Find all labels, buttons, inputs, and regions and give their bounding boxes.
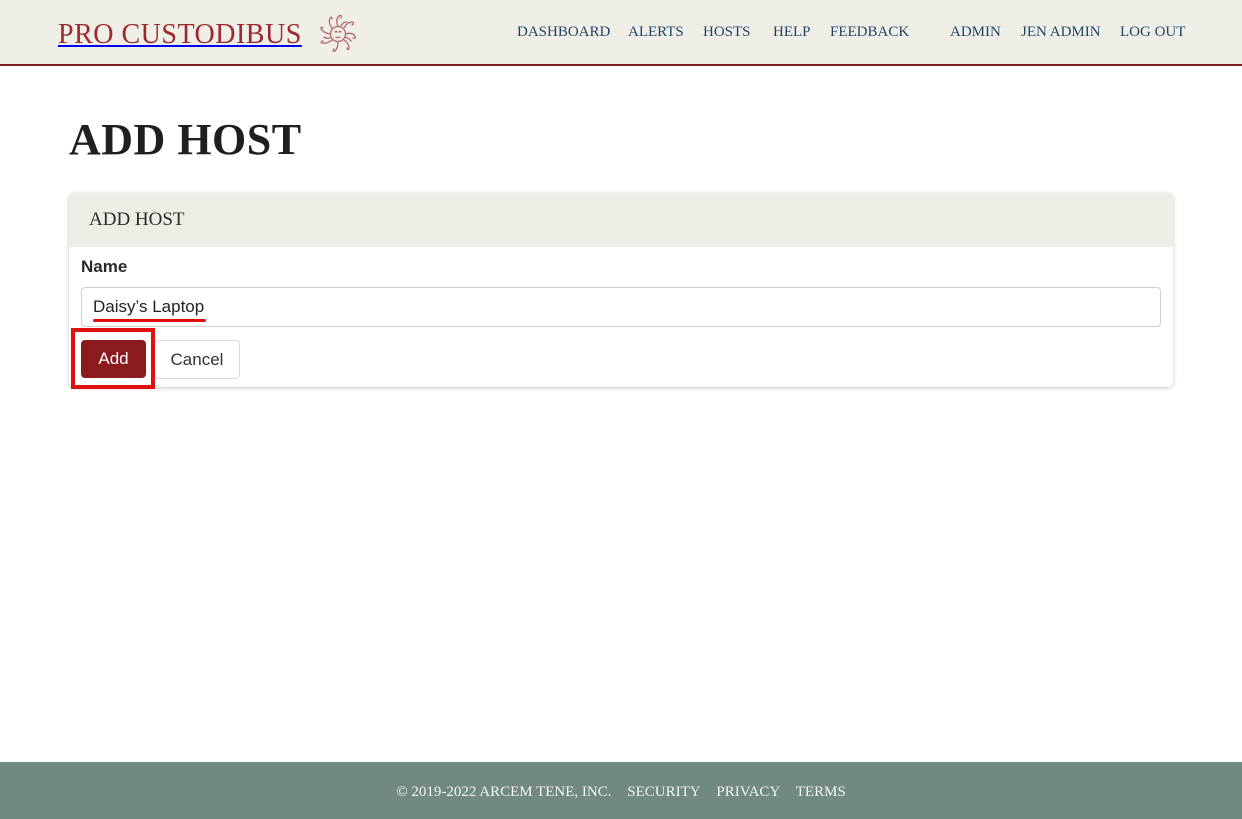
footer-security-link[interactable]: SECURITY (627, 784, 700, 800)
nav-feedback[interactable]: FEEDBACK (830, 21, 909, 43)
top-header: PRO CUSTODIBUS DASHBOARD ALERTS HOSTS HE… (0, 0, 1242, 66)
host-name-input[interactable] (81, 287, 1161, 327)
footer-copyright: © 2019-2022 ARCEM TENE, INC. (396, 784, 612, 800)
main-nav: DASHBOARD ALERTS HOSTS HELP FEEDBACK ADM… (0, 21, 1242, 45)
footer-links: © 2019-2022 ARCEM TENE, INC. SECURITY PR… (0, 782, 1242, 802)
nav-dashboard[interactable]: DASHBOARD (517, 21, 610, 43)
cancel-button[interactable]: Cancel (154, 340, 240, 379)
nav-alerts[interactable]: ALERTS (628, 21, 684, 43)
page-title: ADD HOST (69, 115, 302, 164)
page-footer: © 2019-2022 ARCEM TENE, INC. SECURITY PR… (0, 762, 1242, 819)
nav-admin[interactable]: ADMIN (950, 21, 1001, 43)
add-button[interactable]: Add (81, 340, 146, 378)
name-field-label: Name (81, 257, 128, 276)
add-host-card: ADD HOST Name Add Cancel (69, 193, 1173, 387)
footer-privacy-link[interactable]: PRIVACY (716, 784, 780, 800)
card-title: ADD HOST (89, 209, 185, 230)
page: PRO CUSTODIBUS DASHBOARD ALERTS HOSTS HE… (0, 0, 1242, 819)
nav-user-account[interactable]: JEN ADMIN (1021, 21, 1101, 43)
annotation-underline (93, 319, 206, 322)
nav-hosts[interactable]: HOSTS (703, 21, 751, 43)
nav-logout[interactable]: LOG OUT (1120, 21, 1185, 43)
nav-help[interactable]: HELP (773, 21, 811, 43)
footer-terms-link[interactable]: TERMS (796, 784, 846, 800)
card-header: ADD HOST (69, 193, 1173, 247)
